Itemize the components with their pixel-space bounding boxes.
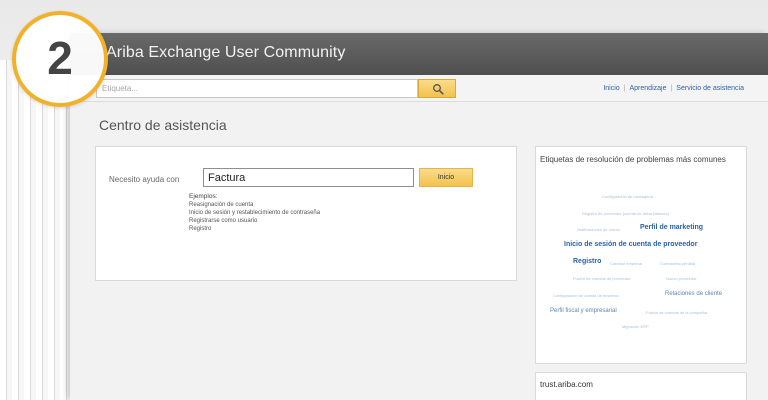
nav-link-servicio[interactable]: Servicio de asistencia [676,85,744,92]
tag-link[interactable]: Fusión de cuentas de proveedor [573,276,630,281]
tag-link[interactable]: Cambiar empresa [610,261,642,266]
tag-link[interactable]: Nuevo proveedor [666,276,697,281]
trust-link[interactable]: trust.ariba.com [540,380,593,389]
nav-link-inicio[interactable]: Inicio [603,85,619,92]
example-item[interactable]: Registro [189,225,320,233]
tag-link[interactable]: Fusión de cuentas de la compañía [646,310,707,315]
nav-separator: | [670,85,673,92]
search-input[interactable] [96,79,418,98]
examples-list: Ejemplos: Reasignación de cuenta Inicio … [189,193,320,233]
page-title: Centro de asistencia [99,117,227,133]
nav-link-aprendizaje[interactable]: Aprendizaje [630,85,667,92]
tag-link[interactable]: Configuración de mensajería [602,194,653,199]
app-title: Ariba Exchange User Community [106,44,346,61]
help-submit-button[interactable]: Inicio [419,168,473,187]
tag-link[interactable]: Registro [573,258,601,265]
help-topic-input[interactable] [203,168,414,187]
top-navigation: Inicio | Aprendizaje | Servicio de asistenci… [603,85,744,92]
step-number: 2 [47,32,73,84]
step-number-badge: 2 [12,11,108,107]
tag-link[interactable]: Migración ERP [622,324,649,329]
tag-link[interactable]: Registro de proveedor (cuenta de Ariba N… [582,211,669,216]
tag-link[interactable]: Notificaciones de correo [577,227,620,232]
example-item[interactable]: Reasignación de cuenta [189,201,320,209]
help-panel: Necesito ayuda con Inicio Ejemplos: Reas… [95,146,517,281]
tags-title: Etiquetas de resolución de problemas más… [540,155,726,164]
trust-panel: trust.ariba.com [535,372,747,400]
example-item[interactable]: Inicio de sesión y restablecimiento de c… [189,209,320,217]
title-bar: Ariba Exchange User Community [70,33,768,75]
tag-link[interactable]: Relaciones de cliente [665,291,722,297]
help-label: Necesito ayuda con [109,175,180,184]
toolbar: Inicio|Aprendizaje|Servicio de asistenci… [70,75,768,102]
tag-link[interactable]: Perfil de marketing [640,224,703,231]
examples-title: Ejemplos: [189,193,218,200]
stacked-window-edges [0,60,70,400]
tag-link[interactable]: Contraseña perdida [660,261,695,266]
nav-separator: | [623,85,626,92]
search-button[interactable] [418,79,456,98]
tag-link[interactable]: Perfil fiscal y empresarial [550,308,617,314]
magnifier-icon [433,84,444,95]
example-item[interactable]: Registrarse como usuario [189,217,320,225]
app-window: Ariba Exchange User Community Inicio|Apr… [70,33,768,400]
tag-link[interactable]: Configuración de cuenta de empresa [553,293,619,298]
tag-link[interactable]: Inicio de sesión de cuenta de proveedor [564,241,697,248]
tags-panel: Etiquetas de resolución de problemas más… [535,146,747,364]
